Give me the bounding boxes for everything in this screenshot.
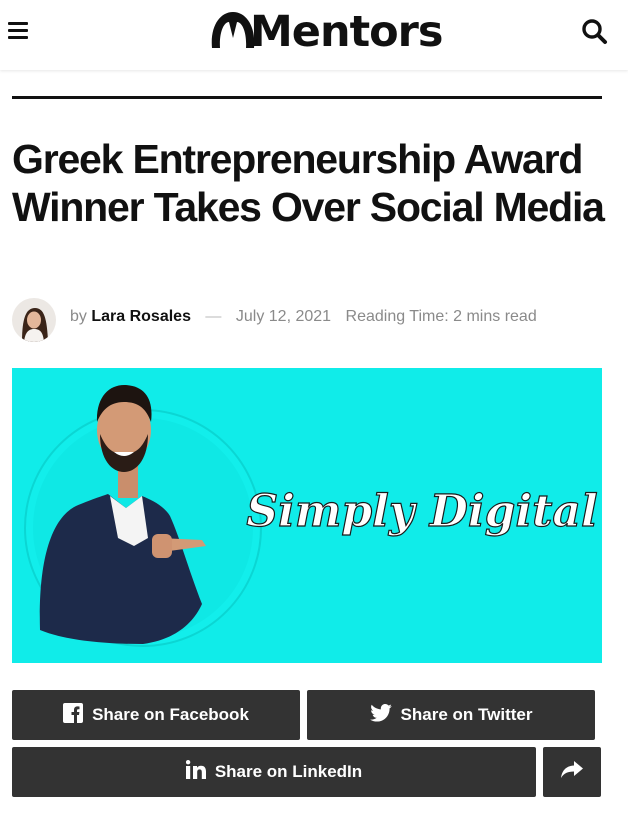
share-more-button[interactable] [543,747,601,797]
share-facebook-label: Share on Facebook [92,705,249,724]
author-avatar[interactable] [12,298,56,342]
site-logo[interactable]: Mentors [206,4,443,60]
facebook-icon [63,702,84,728]
featured-image: Simply Digital [12,368,602,663]
reading-time: Reading Time: 2 mins read [345,308,537,325]
search-icon[interactable] [580,17,610,47]
share-arrow-icon [561,760,583,784]
article-meta: by Lara Rosales — July 12, 2021 Reading … [12,296,612,342]
header-divider [12,96,602,99]
share-linkedin-button[interactable]: Share on LinkedIn [12,747,536,797]
byline-separator: — [205,308,222,325]
site-name: Mentors [250,7,443,57]
author-link[interactable]: Lara Rosales [91,308,191,325]
byline-prefix: by [70,308,87,325]
publish-date: July 12, 2021 [235,308,332,325]
share-facebook-button[interactable]: Share on Facebook [12,690,300,740]
share-linkedin-label: Share on LinkedIn [214,762,363,781]
twitter-icon [369,703,392,727]
article-title: Greek Entrepreneurship Award Winner Take… [12,136,605,230]
top-bar: Mentors [0,0,628,70]
share-twitter-label: Share on Twitter [400,705,533,724]
hero-image-text: Simply Digital [246,486,597,537]
linkedin-icon [185,760,206,784]
hamburger-menu-icon[interactable] [6,18,32,44]
byline: by Lara Rosales — July 12, 2021 Reading … [70,308,537,326]
share-twitter-button[interactable]: Share on Twitter [307,690,595,740]
